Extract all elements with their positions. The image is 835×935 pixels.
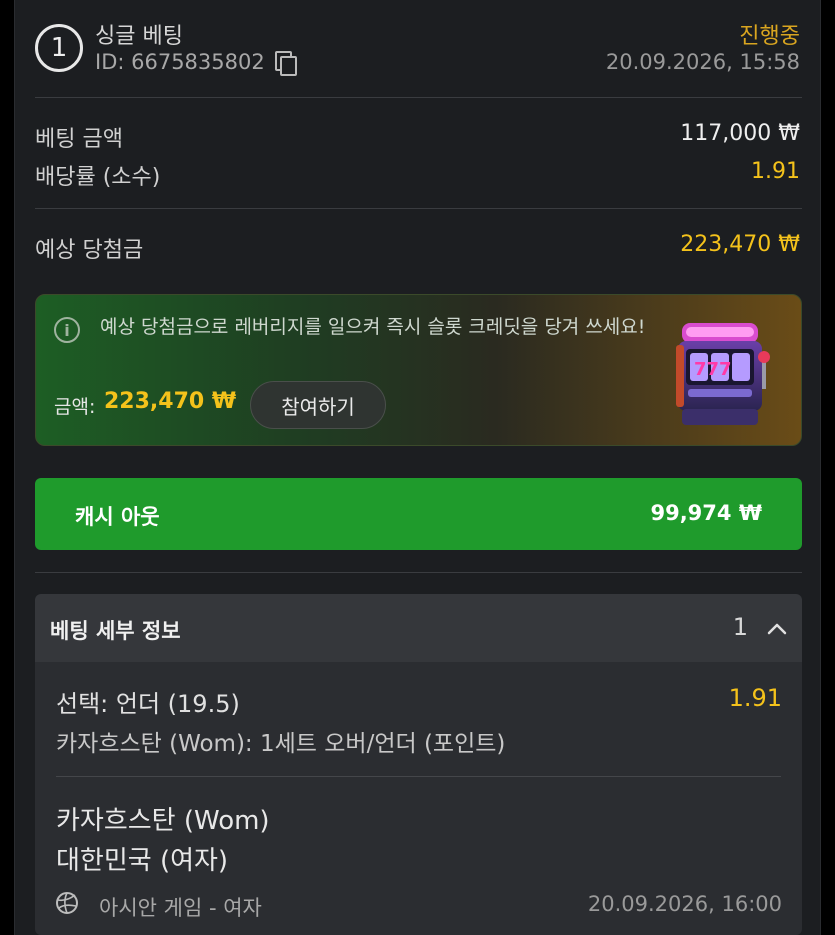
divider bbox=[35, 208, 802, 209]
bet-card: 1 싱글 베팅 ID: 6675835802 진행중 20.09.2026, 1… bbox=[14, 0, 821, 935]
promo-amount-label: 금액: bbox=[54, 396, 96, 418]
cashout-label: 캐시 아웃 bbox=[75, 505, 160, 529]
team-home: 카자흐스탄 (Wom) bbox=[56, 806, 270, 836]
team-away: 대한민국 (여자) bbox=[56, 846, 229, 876]
cashout-button[interactable]: 캐시 아웃 99,974 ₩ bbox=[35, 478, 802, 550]
selection-odds: 1.91 bbox=[728, 684, 782, 712]
potential-win-value: 223,470 ₩ bbox=[680, 232, 800, 257]
volleyball-icon bbox=[56, 892, 78, 914]
bet-datetime: 20.09.2026, 15:58 bbox=[605, 50, 800, 74]
copy-icon[interactable] bbox=[274, 51, 297, 76]
bet-details-count: 1 bbox=[732, 613, 748, 641]
chevron-up-icon[interactable] bbox=[766, 618, 788, 640]
bet-number-badge: 1 bbox=[35, 24, 83, 72]
promo-amount-value: 223,470 ₩ bbox=[104, 389, 237, 414]
stake-value: 117,000 ₩ bbox=[680, 121, 800, 146]
promo-text: 예상 당첨금으로 레버리지를 일으켜 즉시 슬롯 크레딧을 당겨 쓰세요! bbox=[100, 316, 646, 338]
bet-type-label: 싱글 베팅 bbox=[95, 24, 183, 49]
join-button[interactable]: 참여하기 bbox=[250, 381, 386, 429]
slot-machine-icon: 777 bbox=[676, 323, 770, 425]
bet-details-title: 베팅 세부 정보 bbox=[50, 619, 181, 643]
selection-label: 선택: 언더 (19.5) bbox=[56, 690, 240, 718]
cashout-value: 99,974 ₩ bbox=[650, 501, 762, 525]
bet-id-row: ID: 6675835802 bbox=[95, 50, 297, 76]
bet-status: 진행중 bbox=[739, 24, 800, 49]
bet-details-toggle[interactable]: 베팅 세부 정보 1 bbox=[35, 594, 802, 662]
odds-label: 배당률 (소수) bbox=[35, 165, 161, 190]
potential-win-label: 예상 당첨금 bbox=[35, 238, 144, 263]
slot-reel-text: 777 bbox=[694, 359, 732, 380]
info-icon: i bbox=[54, 317, 80, 343]
divider bbox=[56, 776, 781, 777]
market-name: 카자흐스탄 (Wom): 1세트 오버/언더 (포인트) bbox=[56, 731, 506, 757]
odds-value: 1.91 bbox=[751, 159, 800, 184]
stake-label: 베팅 금액 bbox=[35, 127, 123, 152]
bet-id: ID: 6675835802 bbox=[95, 50, 265, 74]
divider bbox=[35, 97, 802, 98]
slot-credit-promo: i 예상 당첨금으로 레버리지를 일으켜 즉시 슬롯 크레딧을 당겨 쓰세요! … bbox=[35, 294, 802, 446]
divider bbox=[35, 572, 802, 573]
league-name: 아시안 게임 - 여자 bbox=[99, 896, 262, 920]
event-time: 20.09.2026, 16:00 bbox=[587, 892, 782, 916]
bet-details-body: 선택: 언더 (19.5) 1.91 카자흐스탄 (Wom): 1세트 오버/언… bbox=[35, 662, 802, 935]
